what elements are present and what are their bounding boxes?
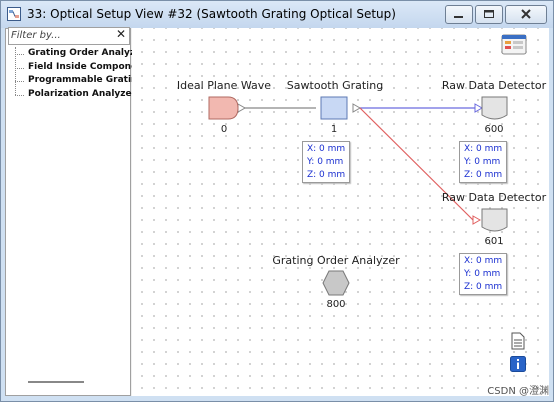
analyzer-label: Grating Order Analyzer: [272, 254, 400, 267]
maximize-icon: [484, 10, 494, 18]
coord-y: Y: 0 mm: [464, 157, 501, 167]
window-controls: [445, 5, 547, 24]
source-number: 0: [220, 124, 228, 135]
detector1-coordinates: X: 0 mm Y: 0 mm Z: 0 mm: [459, 141, 507, 183]
close-icon: [521, 9, 531, 19]
coord-y: Y: 0 mm: [464, 269, 501, 279]
tree-item-grating-order-analyzer[interactable]: Grating Order Analyzer: [12, 47, 146, 61]
analyzer-hexagon-icon[interactable]: [322, 270, 350, 296]
minimize-button[interactable]: [445, 5, 473, 24]
tree-item-programmable-grating[interactable]: Programmable Grating: [12, 74, 146, 88]
minimize-icon: [454, 16, 463, 18]
detector2-label: Raw Data Detector: [441, 191, 547, 204]
horizontal-scrollbar[interactable]: [28, 381, 84, 383]
coord-z: Z: 0 mm: [307, 170, 346, 180]
tree-item-polarization-analyzer[interactable]: Polarization Analyzer: [12, 88, 146, 102]
detector1-number: 600: [484, 124, 504, 135]
analyzer-number: 800: [326, 299, 346, 310]
detector1-label: Raw Data Detector: [441, 79, 547, 92]
grating-coordinates: X: 0 mm Y: 0 mm Z: 0 mm: [302, 141, 350, 183]
filter-box: ✕: [8, 27, 130, 45]
close-button[interactable]: [505, 5, 547, 24]
detector2-number: 601: [484, 236, 504, 247]
client-area: ✕ Grating Order Analyzer Field Inside Co…: [5, 27, 549, 396]
detector2-coordinates: X: 0 mm Y: 0 mm Z: 0 mm: [459, 253, 507, 295]
setup-view-icon: [7, 7, 21, 21]
watermark: CSDN @澄渊: [487, 386, 549, 397]
filter-input[interactable]: [11, 28, 109, 42]
window-title: 33: Optical Setup View #32 (Sawtooth Gra…: [27, 7, 396, 21]
info-icon[interactable]: [510, 356, 526, 372]
grating-number: 1: [330, 124, 338, 135]
coord-x: X: 0 mm: [464, 144, 503, 154]
port-arrow-icon: [472, 215, 482, 225]
document-icon[interactable]: [510, 332, 526, 350]
grating-component-icon[interactable]: [320, 96, 348, 120]
component-panel: ✕ Grating Order Analyzer Field Inside Co…: [5, 27, 146, 396]
coord-z: Z: 0 mm: [464, 170, 503, 180]
grating-label: Sawtooth Grating: [286, 79, 384, 92]
light-source-icon[interactable]: [208, 96, 240, 120]
detector-icon[interactable]: [481, 96, 509, 120]
port-arrow-icon: [352, 103, 362, 113]
table-settings-icon[interactable]: [501, 33, 527, 55]
clear-filter-icon[interactable]: ✕: [116, 27, 126, 41]
component-tree: Grating Order Analyzer Field Inside Comp…: [12, 47, 146, 101]
coord-x: X: 0 mm: [307, 144, 346, 154]
coord-x: X: 0 mm: [464, 256, 503, 266]
setup-canvas[interactable]: Ideal Plane Wave 0 Sawtooth Grating 1 X:…: [132, 28, 549, 396]
detector-icon[interactable]: [481, 208, 509, 232]
coord-z: Z: 0 mm: [464, 282, 503, 292]
source-label: Ideal Plane Wave: [176, 79, 272, 92]
maximize-button[interactable]: [475, 5, 503, 24]
tree-item-field-inside-component[interactable]: Field Inside Componer: [12, 61, 146, 75]
optical-setup-window: 33: Optical Setup View #32 (Sawtooth Gra…: [0, 0, 554, 402]
title-bar[interactable]: 33: Optical Setup View #32 (Sawtooth Gra…: [1, 1, 553, 28]
coord-y: Y: 0 mm: [307, 157, 344, 167]
